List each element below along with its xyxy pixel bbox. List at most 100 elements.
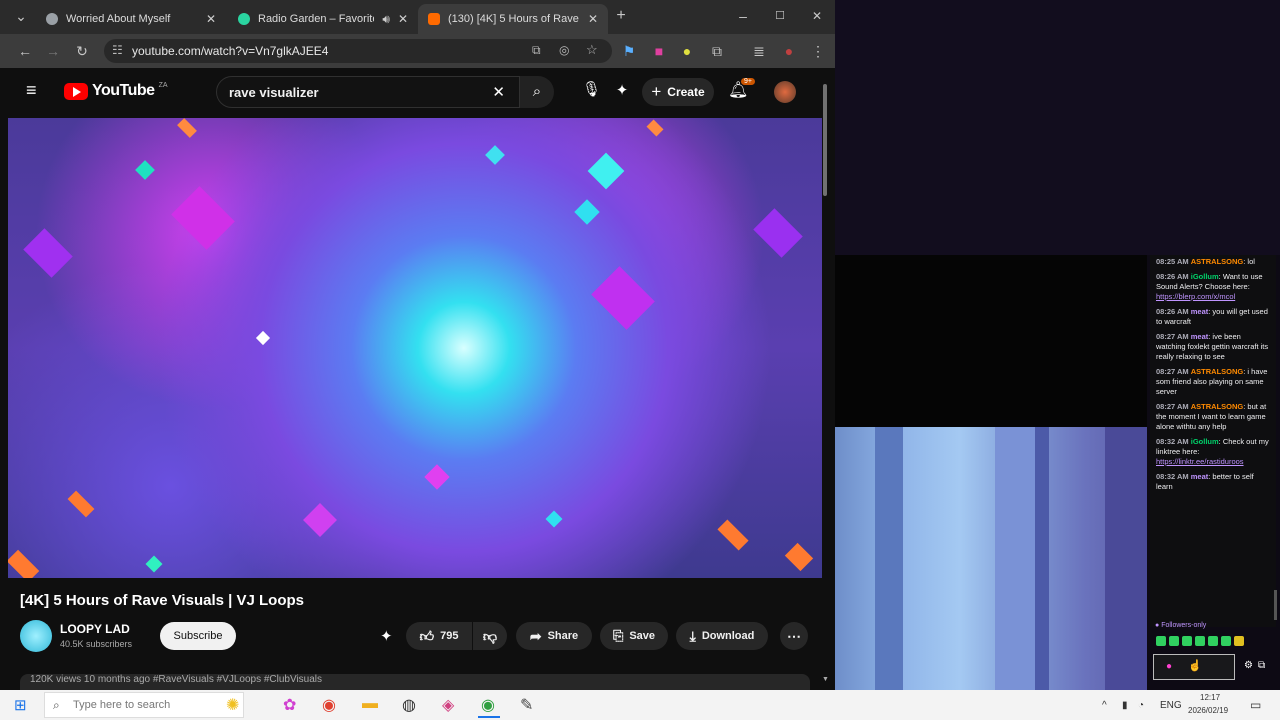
emote-icon[interactable] bbox=[1182, 636, 1192, 646]
address-bar[interactable]: ☷ youtube.com/watch?v=Vn7glkAJEE4 ⧉ ◎ ☆ bbox=[104, 39, 612, 63]
plus-icon: + bbox=[651, 82, 662, 101]
chat-link[interactable]: https://linktr.ee/rastiduroos bbox=[1156, 457, 1244, 466]
subscriber-count: 40.5K subscribers bbox=[60, 639, 133, 649]
chrome-icon[interactable]: ◉ bbox=[322, 695, 336, 715]
forward-icon[interactable]: → bbox=[44, 42, 62, 60]
chat-link[interactable]: https://blerp.com/x/mcol bbox=[1156, 292, 1235, 301]
clock-time[interactable]: 12:17 bbox=[1200, 693, 1220, 702]
windows-start-icon[interactable]: ⊞ bbox=[14, 696, 27, 714]
chat-username[interactable]: ASTRALSONG bbox=[1191, 367, 1244, 376]
app-icon[interactable]: ◍ bbox=[402, 695, 416, 715]
dislike-button[interactable]: 👎︎ bbox=[473, 622, 507, 650]
extension-icon[interactable]: ● bbox=[678, 42, 696, 60]
site-info-icon[interactable]: ☷ bbox=[112, 43, 123, 57]
clock-date[interactable]: 2026/02/19 bbox=[1188, 706, 1228, 715]
hamburger-menu-icon[interactable]: ≡ bbox=[26, 80, 37, 101]
chat-text: : lol bbox=[1243, 257, 1255, 266]
new-tab-icon[interactable]: + bbox=[612, 7, 630, 25]
back-icon[interactable]: ← bbox=[16, 42, 34, 60]
search-input[interactable]: rave visualizer ✕ bbox=[216, 76, 520, 108]
tray-overflow-icon[interactable]: ^ bbox=[1102, 700, 1107, 711]
emote-icon[interactable] bbox=[1221, 636, 1231, 646]
tracking-icon[interactable]: ◎ bbox=[559, 43, 569, 57]
profile-icon[interactable]: ● bbox=[780, 42, 798, 60]
visual-shard bbox=[485, 145, 505, 165]
chat-input[interactable]: ● ☝ bbox=[1153, 654, 1235, 680]
search-query: rave visualizer bbox=[229, 84, 319, 100]
share-arrow-icon: ➦ bbox=[529, 627, 542, 644]
bookmark-icon: ⎘ bbox=[612, 628, 624, 643]
tab-worried-about-myself[interactable]: Worried About Myself ✕ bbox=[36, 4, 226, 34]
video-player[interactable] bbox=[8, 118, 822, 578]
menu-dots-icon[interactable]: ⋮ bbox=[809, 42, 827, 60]
share-button[interactable]: ➦ Share bbox=[516, 622, 592, 650]
chat-username[interactable]: meat bbox=[1191, 332, 1209, 341]
minimize-icon[interactable]: – bbox=[734, 7, 752, 25]
ai-sparkle-icon[interactable]: ✦ bbox=[612, 81, 632, 101]
emote-icon[interactable] bbox=[1156, 636, 1166, 646]
language-indicator[interactable]: ENG bbox=[1160, 700, 1182, 711]
close-window-icon[interactable]: ✕ bbox=[808, 7, 826, 25]
emote-icon[interactable] bbox=[1234, 636, 1244, 646]
chat-username[interactable]: iGollum bbox=[1191, 437, 1219, 446]
file-explorer-icon[interactable]: ▬ bbox=[362, 695, 378, 713]
extension-icon[interactable]: ■ bbox=[650, 42, 668, 60]
app-icon[interactable]: ✿ bbox=[283, 695, 296, 715]
maximize-icon[interactable]: ☐ bbox=[771, 7, 789, 25]
speaker-icon[interactable]: 🔊︎ bbox=[382, 12, 390, 27]
close-icon[interactable]: ✕ bbox=[588, 12, 598, 26]
notification-center-icon[interactable]: ▭ bbox=[1250, 698, 1261, 712]
close-icon[interactable]: ✕ bbox=[206, 12, 216, 26]
visual-shard bbox=[587, 152, 625, 190]
extensions-puzzle-icon[interactable]: ⧉ bbox=[708, 42, 726, 60]
bookmark-star-icon[interactable]: ☆ bbox=[586, 42, 598, 58]
reload-icon[interactable]: ↻ bbox=[73, 42, 91, 60]
save-button[interactable]: ⎘ Save bbox=[600, 622, 668, 650]
video-description-meta[interactable]: 120K views 10 months ago #RaveVisuals #V… bbox=[20, 674, 810, 690]
emote-icon[interactable] bbox=[1195, 636, 1205, 646]
chat-popout-icon[interactable]: ⧉ bbox=[1258, 660, 1265, 671]
taskbar-search-input[interactable]: ⌕ Type here to search bbox=[44, 692, 244, 718]
emote-icon[interactable] bbox=[1169, 636, 1179, 646]
chat-username[interactable]: meat bbox=[1191, 307, 1209, 316]
chat-username[interactable]: iGollum bbox=[1191, 272, 1219, 281]
chat-username[interactable]: ASTRALSONG bbox=[1191, 257, 1244, 266]
scroll-down-icon[interactable]: ▼ bbox=[822, 676, 829, 683]
weather-icon[interactable]: ✺ bbox=[226, 695, 239, 715]
chat-username[interactable]: ASTRALSONG bbox=[1191, 402, 1244, 411]
youtube-logo[interactable]: YouTube ZA bbox=[64, 82, 168, 100]
network-icon[interactable]: ◔ bbox=[1138, 700, 1144, 711]
tab-rave-visuals[interactable]: (130) [4K] 5 Hours of Rave Visu ✕ bbox=[418, 4, 608, 34]
avatar[interactable] bbox=[774, 81, 796, 103]
subscribe-button[interactable]: Subscribe bbox=[160, 622, 236, 650]
battery-icon[interactable]: ▮ bbox=[1122, 700, 1128, 711]
media-control-icon[interactable]: ≣ bbox=[750, 42, 768, 60]
chat-scrollbar[interactable] bbox=[1274, 590, 1277, 620]
more-actions-button[interactable]: ⋯ bbox=[780, 622, 808, 650]
visual-shard bbox=[177, 118, 197, 138]
microphone-icon[interactable]: 🎙︎ bbox=[582, 80, 601, 102]
tab-strip: ⌄ Worried About Myself ✕ Radio Garden – … bbox=[0, 0, 835, 34]
clear-search-icon[interactable]: ✕ bbox=[492, 83, 505, 101]
install-app-icon[interactable]: ⧉ bbox=[532, 43, 541, 58]
tab-radio-garden[interactable]: Radio Garden – Favorites 🔊︎ ✕ bbox=[228, 4, 418, 34]
tab-search-icon[interactable]: ⌄ bbox=[12, 7, 30, 25]
emote-icon[interactable] bbox=[1208, 636, 1218, 646]
search-button[interactable]: ⌕ bbox=[520, 76, 554, 108]
more-dots-icon: ⋯ bbox=[787, 627, 801, 644]
app-icon[interactable]: ◈ bbox=[442, 695, 454, 715]
channel-name[interactable]: LOOPY LAD bbox=[60, 622, 130, 636]
chrome-icon[interactable]: ◉ bbox=[481, 695, 495, 715]
page-scrollbar[interactable] bbox=[823, 84, 827, 196]
like-button[interactable]: 👍︎ 795 bbox=[406, 622, 472, 650]
channel-avatar[interactable] bbox=[20, 620, 52, 652]
ai-sparkle-icon[interactable]: ✦ bbox=[380, 627, 393, 645]
download-button[interactable]: ⤓ Download bbox=[676, 622, 768, 650]
chat-settings-icon[interactable]: ⚙ bbox=[1244, 660, 1253, 671]
app-icon[interactable]: ✎ bbox=[520, 695, 533, 715]
chat-username[interactable]: meat bbox=[1191, 472, 1209, 481]
extension-icon[interactable]: ⚑ bbox=[620, 42, 638, 60]
video-title: [4K] 5 Hours of Rave Visuals | VJ Loops bbox=[20, 592, 304, 609]
create-button[interactable]: + Create bbox=[642, 78, 714, 106]
close-icon[interactable]: ✕ bbox=[398, 12, 408, 26]
